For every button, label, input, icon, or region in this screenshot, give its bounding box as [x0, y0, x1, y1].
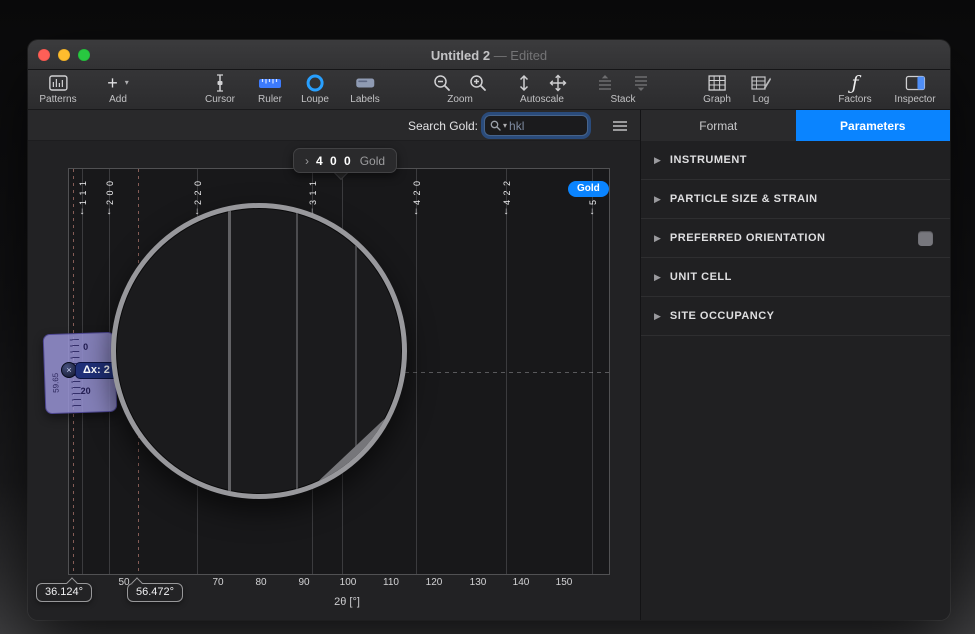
- zoom-buttons[interactable]: Zoom: [432, 72, 488, 105]
- x-tick: 100: [340, 577, 357, 588]
- inspector-tabs: Format Parameters: [640, 110, 950, 141]
- peak-label: 2 0 0: [105, 180, 115, 205]
- section-site-occupancy[interactable]: ▶ SITE OCCUPANCY: [641, 297, 950, 336]
- peak-arrow-icon: ↓: [590, 206, 595, 217]
- ruler-reading: 59.65: [51, 373, 61, 393]
- patterns-button[interactable]: Patterns: [39, 72, 76, 105]
- inspector-panel: ▶ INSTRUMENT ▶ PARTICLE SIZE & STRAIN ▶ …: [640, 141, 950, 620]
- document-title: Untitled 2: [431, 48, 490, 63]
- cursor-tool-button[interactable]: Cursor: [205, 72, 235, 105]
- peak-label: 3 1 1: [308, 180, 318, 205]
- section-instrument[interactable]: ▶ INSTRUMENT: [641, 141, 950, 180]
- disclosure-triangle-icon: ▶: [654, 311, 661, 322]
- patterns-icon: [48, 74, 68, 92]
- x-tick: 110: [383, 577, 399, 588]
- loupe-zoom-control[interactable]: 400% ▾: [335, 481, 370, 493]
- section-preferred-orientation[interactable]: ▶ PREFERRED ORIENTATION: [641, 219, 950, 258]
- x-tick: 140: [513, 577, 530, 588]
- loupe-resize-grip-icon[interactable]: [382, 478, 395, 491]
- autoscale-vertical-icon: [516, 73, 532, 93]
- loupe-tool-button[interactable]: Loupe: [301, 72, 329, 105]
- search-icon: [490, 120, 501, 131]
- disclosure-triangle-icon: ▶: [654, 272, 661, 283]
- edited-indicator: — Edited: [494, 48, 547, 63]
- x-tick: 120: [426, 577, 443, 588]
- section-unit-cell[interactable]: ▶ UNIT CELL: [641, 258, 950, 297]
- chevron-down-icon: ▾: [366, 483, 370, 492]
- ruler-scale-start: 0: [83, 342, 88, 352]
- inspector-panel-icon: [904, 73, 926, 93]
- preferred-orientation-checkbox[interactable]: [918, 231, 933, 246]
- series-badge[interactable]: Gold: [568, 181, 609, 197]
- peak-label: 2 2 0: [193, 180, 203, 205]
- tooltip-series: Gold: [360, 154, 385, 168]
- ruler-icon: [258, 73, 282, 93]
- list-icon[interactable]: [612, 120, 628, 132]
- stack-buttons[interactable]: Stack: [595, 72, 651, 105]
- label-tag-icon: [354, 73, 376, 93]
- loupe-magnifier[interactable]: 400% ▾: [111, 203, 407, 499]
- tooltip-chevron-icon: ›: [305, 154, 309, 168]
- disclosure-triangle-icon: ▶: [654, 233, 661, 244]
- factors-icon: ƒ: [851, 73, 858, 93]
- cursor-icon: [210, 73, 230, 93]
- peak-arrow-icon: ↓: [504, 206, 509, 217]
- graph-button[interactable]: Graph: [703, 72, 731, 105]
- x-tick: 130: [470, 577, 487, 588]
- desktop: Untitled 2 — Edited Patterns + ▾ Add: [0, 0, 975, 634]
- peak-label: 4 2 0: [412, 180, 422, 205]
- search-bar: Search Gold: ▾: [28, 110, 640, 141]
- autoscale-move-icon: [548, 73, 568, 93]
- ruler-tool-button[interactable]: Ruler: [258, 72, 282, 105]
- peak-tooltip: › 4 0 0 Gold: [293, 148, 397, 173]
- graph-grid-icon: [707, 73, 727, 93]
- x-axis-label: 2θ [°]: [334, 596, 360, 608]
- window-title: Untitled 2 — Edited: [28, 48, 950, 63]
- magnified-peak-line: [228, 208, 231, 494]
- x-tick: 90: [298, 577, 309, 588]
- peak-arrow-icon: ↓: [107, 206, 112, 217]
- zoom-out-icon: [432, 73, 452, 93]
- stack-up-icon: [595, 73, 615, 93]
- app-window: Untitled 2 — Edited Patterns + ▾ Add: [28, 40, 950, 620]
- disclosure-triangle-icon: ▶: [654, 155, 661, 166]
- peak-arrow-icon: ↓: [414, 206, 419, 217]
- labels-tool-button[interactable]: Labels: [350, 72, 379, 105]
- loupe-icon: [305, 73, 325, 93]
- add-button[interactable]: + ▾ Add: [107, 72, 129, 105]
- search-field[interactable]: ▾: [484, 115, 588, 136]
- peak-label: 4 2 2: [502, 180, 512, 205]
- tooltip-hkl: 4 0 0: [316, 154, 353, 168]
- section-particle-size-strain[interactable]: ▶ PARTICLE SIZE & STRAIN: [641, 180, 950, 219]
- peak-arrow-icon: ↓: [80, 206, 85, 217]
- search-label: Search Gold:: [408, 119, 478, 133]
- log-button[interactable]: Log: [750, 72, 772, 105]
- toolbar: Patterns + ▾ Add Cursor Ruler: [28, 70, 950, 110]
- x-tick: 80: [255, 577, 266, 588]
- cursor-callout-1[interactable]: 36.124°: [36, 583, 92, 602]
- search-input[interactable]: [509, 119, 582, 133]
- x-tick: 150: [556, 577, 573, 588]
- magnified-peak-line: [296, 208, 298, 494]
- disclosure-triangle-icon: ▶: [654, 194, 661, 205]
- tab-parameters[interactable]: Parameters: [796, 110, 951, 141]
- autoscale-buttons[interactable]: Autoscale: [516, 72, 568, 105]
- log-table-pencil-icon: [750, 73, 772, 93]
- x-tick: 70: [212, 577, 223, 588]
- search-scope-chevron-icon: ▾: [503, 121, 507, 130]
- ruler-scale-mid: 20: [80, 386, 90, 396]
- inspector-button[interactable]: Inspector: [894, 72, 935, 105]
- stack-down-icon: [631, 73, 651, 93]
- tab-format[interactable]: Format: [641, 110, 796, 141]
- plus-icon: +: [107, 74, 118, 92]
- peak-label: 1 1 1: [78, 180, 88, 205]
- zoom-in-icon: [468, 73, 488, 93]
- factors-button[interactable]: ƒ Factors: [838, 72, 871, 105]
- loupe-control-wedge: [116, 208, 402, 494]
- titlebar: Untitled 2 — Edited: [28, 40, 950, 70]
- chevron-down-icon: ▾: [125, 78, 129, 87]
